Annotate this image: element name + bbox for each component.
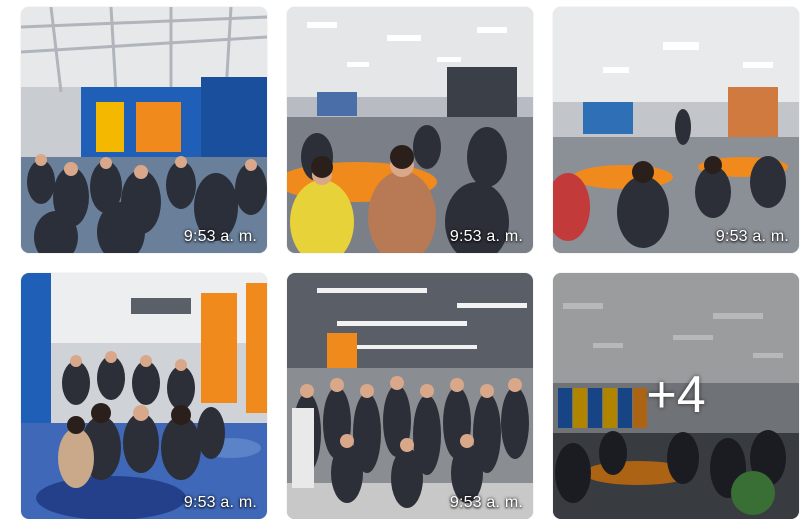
photo-timestamp: 9:53 a. m. xyxy=(183,494,257,511)
photo-thumbnail-4[interactable]: 9:53 a. m. xyxy=(21,273,267,519)
photo-timestamp: 9:53 a. m. xyxy=(183,228,257,245)
photo-thumbnail-5[interactable]: 9:53 a. m. xyxy=(287,273,533,519)
photo-thumbnail-1[interactable]: 9:53 a. m. xyxy=(21,7,267,253)
more-photos-thumbnail[interactable]: +4 xyxy=(553,273,799,519)
photo-timestamp: 9:53 a. m. xyxy=(449,228,523,245)
photo-image xyxy=(553,7,799,253)
photo-thumbnail-3[interactable]: 9:53 a. m. xyxy=(553,7,799,253)
photo-image xyxy=(21,273,267,519)
photo-image xyxy=(287,7,533,253)
media-gallery: 9:53 a. m. 9:53 a. m. 9:53 a. m. 9:53 a.… xyxy=(0,0,803,519)
photo-image xyxy=(21,7,267,253)
photo-timestamp: 9:53 a. m. xyxy=(715,228,789,245)
photo-thumbnail-2[interactable]: 9:53 a. m. xyxy=(287,7,533,253)
photo-timestamp: 9:53 a. m. xyxy=(449,494,523,511)
more-photos-count: +4 xyxy=(646,366,706,424)
photo-image xyxy=(287,273,533,519)
